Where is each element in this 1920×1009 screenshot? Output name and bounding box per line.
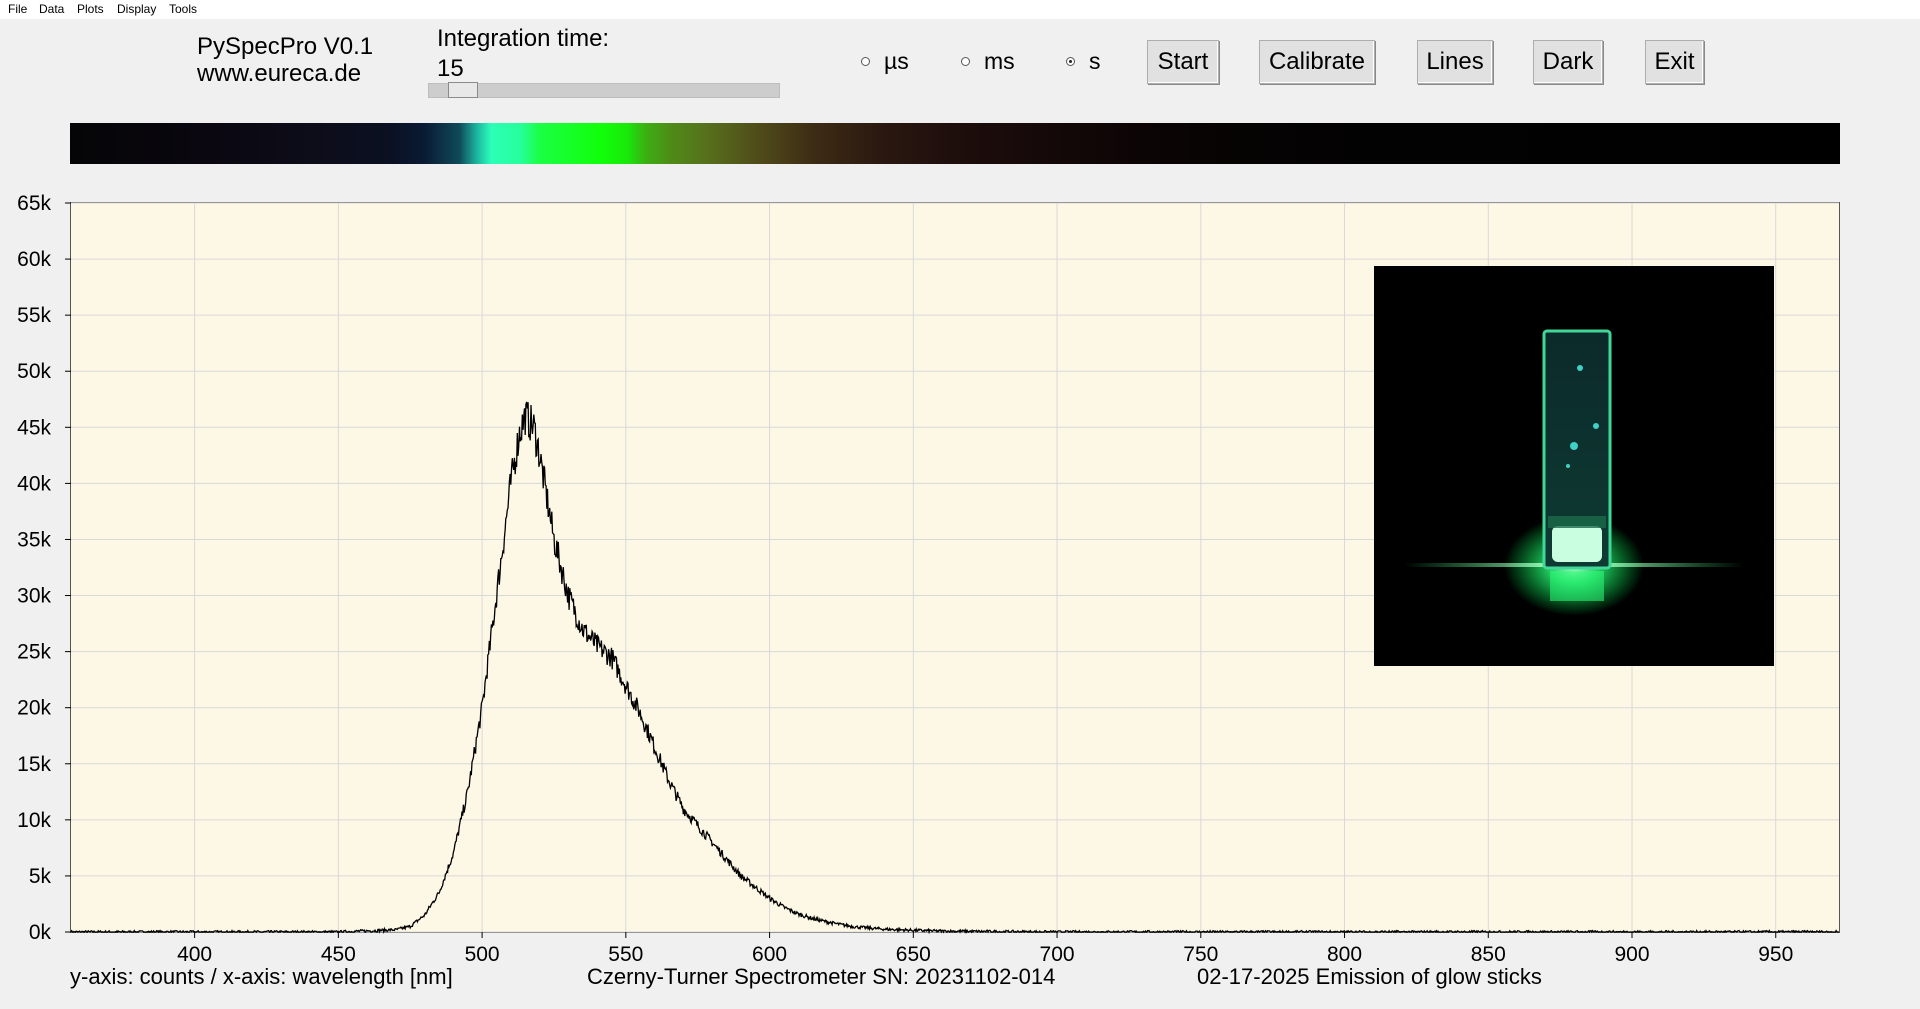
x-tick-label: 850 (1471, 943, 1506, 966)
unit-label-ms: ms (984, 47, 1015, 74)
integration-time-label: Integration time: (437, 25, 610, 52)
menu-tools[interactable]: Tools (169, 2, 197, 16)
y-tick-label: 55k (17, 304, 51, 327)
spectrometer-label: Czerny-Turner Spectrometer SN: 20231102-… (587, 964, 1056, 989)
cuvette-image (1404, 329, 1744, 616)
unit-label-us: µs (884, 47, 909, 74)
dark-button[interactable]: Dark (1533, 40, 1603, 84)
spectrum-color-bar (70, 123, 1840, 164)
lines-button[interactable]: Lines (1417, 40, 1493, 84)
y-tick-label: 35k (17, 528, 51, 551)
menu-file[interactable]: File (8, 2, 27, 16)
radio-ms-icon[interactable] (961, 56, 970, 66)
x-tick-label: 450 (321, 943, 356, 966)
x-tick-label: 500 (465, 943, 500, 966)
y-tick-label: 60k (17, 248, 51, 271)
x-tick-label: 950 (1758, 943, 1793, 966)
y-tick-label: 45k (17, 416, 51, 439)
y-tick-label: 65k (17, 192, 51, 215)
x-tick-label: 800 (1327, 943, 1362, 966)
y-tick-label: 15k (17, 753, 51, 776)
y-tick-label: 5k (29, 865, 52, 888)
app-title: PySpecPro V0.1 (197, 33, 374, 60)
y-tick-label: 25k (17, 641, 51, 664)
y-tick-label: 0k (29, 921, 52, 944)
unit-option-ms[interactable]: ms (961, 48, 1015, 74)
x-axis-ticks: 400 450 500 550 600 650 700 750 800 850 900 950 (177, 932, 1793, 966)
radio-us-icon[interactable] (861, 56, 870, 66)
menu-plots[interactable]: Plots (77, 2, 104, 16)
y-axis-ticks: 0k 5k 10k 15k 20k 25k 30k 35k 40k 45k 50k 55k 60k 65k (17, 192, 71, 944)
unit-label-s: s (1089, 47, 1101, 74)
y-tick-label: 30k (17, 585, 51, 608)
y-tick-label: 20k (17, 697, 51, 720)
measurement-description: 02-17-2025 Emission of glow sticks (1197, 964, 1542, 989)
menu-bar: File Data Plots Display Tools (0, 0, 1920, 19)
unit-option-us[interactable]: µs (861, 48, 909, 74)
radio-s-icon[interactable] (1066, 56, 1075, 66)
x-tick-label: 700 (1040, 943, 1075, 966)
x-tick-label: 750 (1183, 943, 1218, 966)
x-tick-label: 600 (752, 943, 787, 966)
y-tick-label: 50k (17, 360, 51, 383)
x-tick-label: 400 (177, 943, 212, 966)
glow-stick-photo (1374, 266, 1774, 666)
integration-time-value: 15 (437, 55, 464, 82)
axes-note: y-axis: counts / x-axis: wavelength [nm] (70, 964, 453, 989)
menu-display[interactable]: Display (117, 2, 156, 16)
x-tick-label: 550 (608, 943, 643, 966)
y-tick-label: 10k (17, 809, 51, 832)
exit-button[interactable]: Exit (1645, 40, 1704, 84)
integration-time-slider[interactable] (428, 83, 780, 98)
start-button[interactable]: Start (1147, 40, 1219, 84)
x-tick-label: 900 (1614, 943, 1649, 966)
menu-data[interactable]: Data (39, 2, 64, 16)
unit-option-s[interactable]: s (1066, 48, 1101, 74)
x-tick-label: 650 (896, 943, 931, 966)
app-website: www.eureca.de (197, 60, 362, 87)
calibrate-button[interactable]: Calibrate (1259, 40, 1375, 84)
y-tick-label: 40k (17, 472, 51, 495)
integration-time-slider-thumb[interactable] (447, 82, 478, 98)
